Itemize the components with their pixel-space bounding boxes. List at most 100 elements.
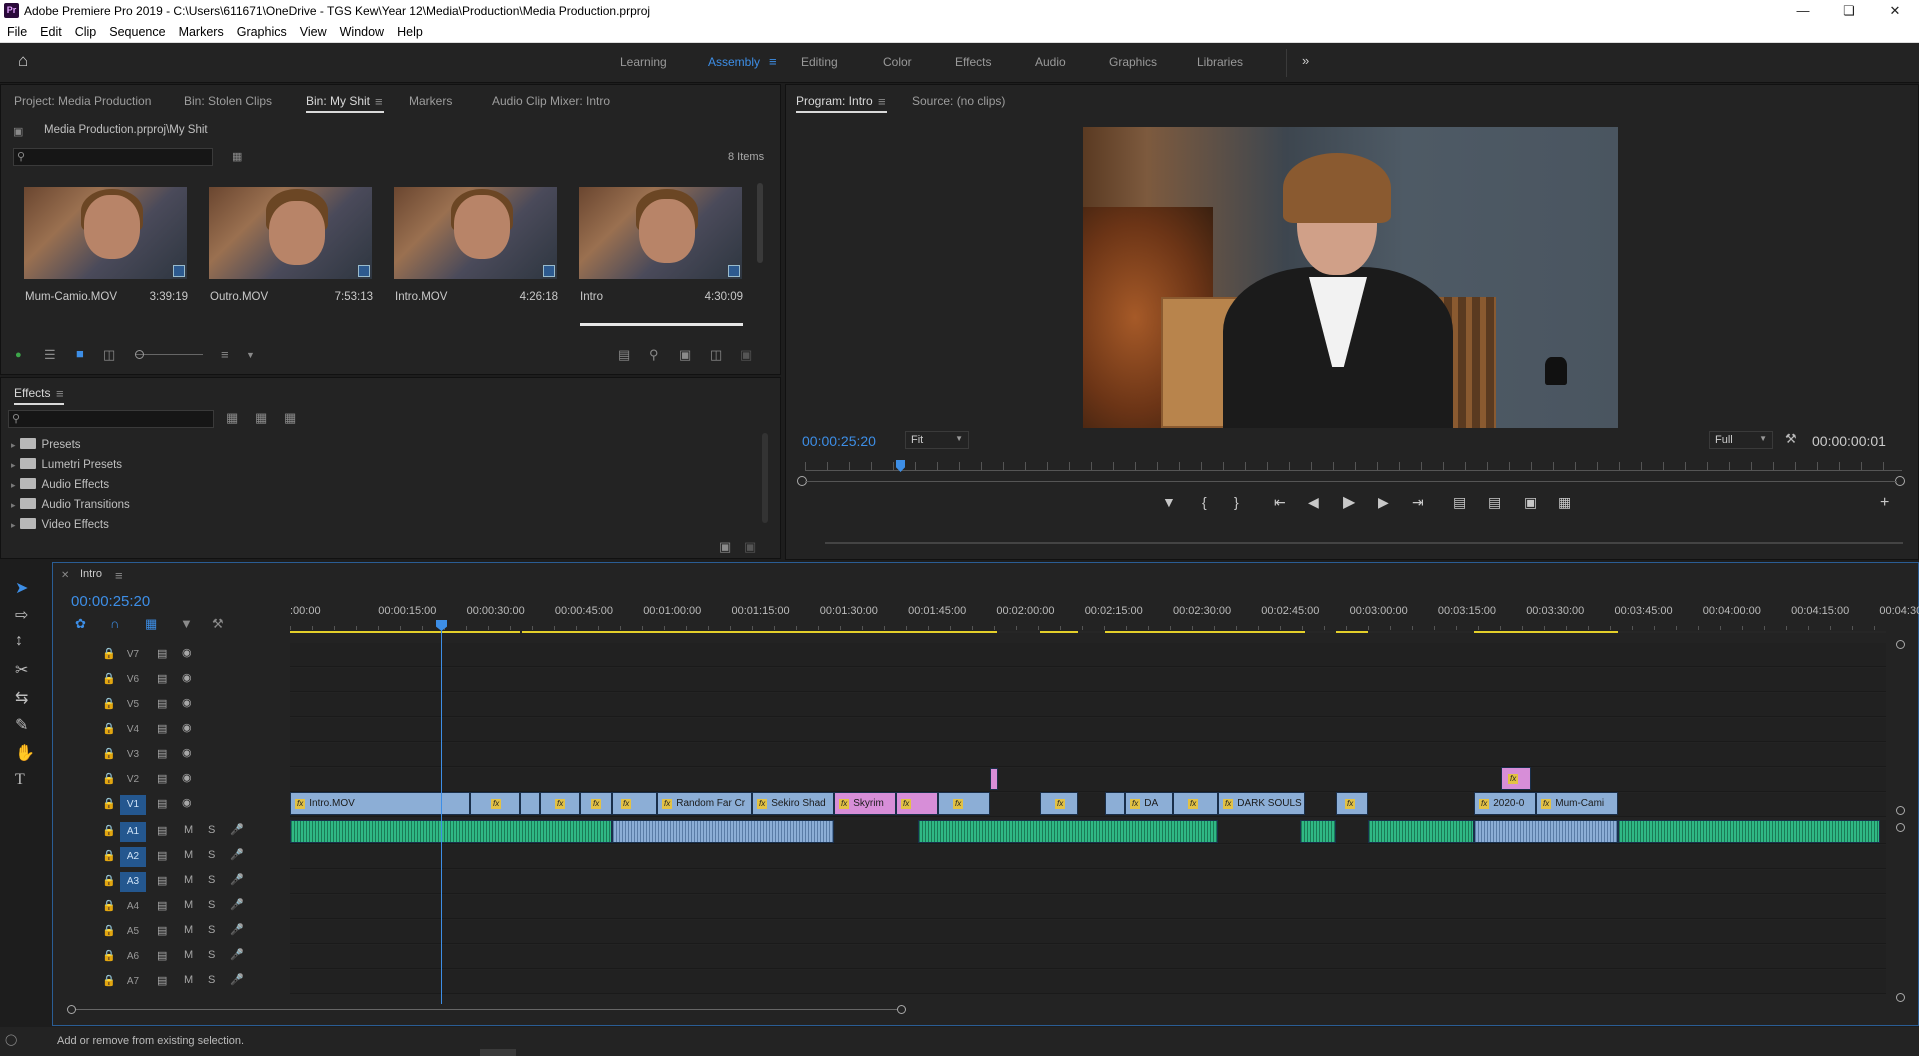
mark-in-icon[interactable]: { [1202,494,1207,510]
menu-help[interactable]: Help [390,22,429,39]
more-workspaces-icon[interactable]: » [1302,54,1309,68]
mute-toggle[interactable]: M [184,974,193,986]
timeline-clip[interactable]: fx [470,792,520,815]
zoom-bar[interactable] [805,481,1897,482]
eye-icon[interactable]: ◉ [182,696,192,709]
solo-toggle[interactable]: S [208,849,215,861]
audio-clip[interactable] [1618,820,1880,843]
lock-icon[interactable]: 🔒 [102,772,116,785]
scroll-handle[interactable] [1896,993,1905,1002]
new-search-bin-icon[interactable]: ▦ [232,150,242,164]
solo-toggle[interactable]: S [208,824,215,836]
workspace-libraries[interactable]: Libraries [1197,55,1243,69]
sync-lock-icon[interactable]: ▤ [157,924,167,937]
go-to-in-icon[interactable]: ⇤ [1274,494,1286,511]
eye-icon[interactable]: ◉ [182,721,192,734]
pen-tool-icon[interactable]: ✎ [15,715,28,735]
lock-icon[interactable]: 🔒 [102,672,116,685]
sync-lock-icon[interactable]: ▤ [157,849,167,862]
media-thumbnail[interactable] [24,187,187,279]
add-marker-icon[interactable]: ▼ [180,617,193,631]
solo-toggle[interactable]: S [208,924,215,936]
timeline-clip[interactable]: fx 2020-0 [1474,792,1536,815]
eye-icon[interactable]: ◉ [182,796,192,809]
eye-icon[interactable]: ◉ [182,746,192,759]
workspace-graphics[interactable]: Graphics [1109,55,1157,69]
mute-toggle[interactable]: M [184,924,193,936]
workspace-effects[interactable]: Effects [955,55,991,69]
sync-lock-icon[interactable]: ▤ [157,899,167,912]
track-target[interactable]: A4 [120,897,146,917]
lock-icon[interactable]: 🔒 [102,824,116,837]
scroll-handle[interactable] [1896,806,1905,815]
workspace-editing[interactable]: Editing [801,55,838,69]
track-lane[interactable] [290,970,1886,994]
timeline-clip[interactable]: fx [1040,792,1078,815]
lock-icon[interactable]: 🔒 [102,747,116,760]
32bit-effects-icon[interactable]: ▦ [255,411,267,425]
sort-icon[interactable]: ≡ [221,348,229,362]
program-timecode[interactable]: 00:00:25:20 [802,433,876,449]
menu-view[interactable]: View [293,22,333,39]
linked-selection-icon[interactable]: ▦ [145,617,157,631]
track-target[interactable]: V6 [120,670,146,690]
find-icon[interactable]: ⚲ [649,348,659,362]
timeline-clip[interactable]: fx [896,792,938,815]
solo-toggle[interactable]: S [208,974,215,986]
sync-lock-icon[interactable]: ▤ [157,672,167,685]
track-lane[interactable] [290,845,1886,869]
track-lane[interactable] [290,870,1886,894]
track-target[interactable]: A5 [120,922,146,942]
track-lane[interactable] [290,768,1886,792]
lock-icon[interactable]: 🔒 [102,849,116,862]
timeline-clip[interactable]: fx [1336,792,1368,815]
lock-icon[interactable]: 🔒 [102,924,116,937]
wrench-icon[interactable]: ⚒ [212,617,224,631]
tab-program[interactable]: Program: Intro [796,94,887,113]
timeline-clip[interactable]: fx [938,792,990,815]
ripple-edit-tool-icon[interactable]: ↕ [15,632,23,650]
folder-audio-transitions[interactable]: ▸ Audio Transitions [11,498,130,511]
sync-lock-icon[interactable]: ▤ [157,797,167,810]
fit-select[interactable]: Fit ▼ [905,431,969,449]
mute-toggle[interactable]: M [184,824,193,836]
extract-icon[interactable]: ▤ [1488,494,1501,511]
razor-tool-icon[interactable]: ✂ [15,660,28,680]
zoom-slider-handle[interactable] [135,350,144,359]
step-forward-icon[interactable]: ▶ [1378,494,1389,511]
track-lane[interactable] [290,920,1886,944]
audio-clip[interactable] [290,820,612,843]
track-target[interactable]: V5 [120,695,146,715]
selection-tool-icon[interactable]: ➤ [15,578,28,598]
chevron-down-icon[interactable]: ▼ [246,348,255,362]
timeline-clip[interactable] [1105,792,1125,815]
microphone-icon[interactable]: 🎤 [230,823,244,836]
track-lane[interactable] [290,718,1886,742]
timeline-clip[interactable]: fx [540,792,580,815]
sync-lock-icon[interactable]: ▤ [157,772,167,785]
media-thumbnail[interactable] [394,187,557,279]
tab-bin-stolen-clips[interactable]: Bin: Stolen Clips [184,94,272,108]
yuv-effects-icon[interactable]: ▦ [284,411,296,425]
panel-menu-icon[interactable]: ≡ [56,387,64,401]
track-select-tool-icon[interactable]: ⇨ [15,605,28,625]
sync-lock-icon[interactable]: ▤ [157,824,167,837]
new-item-icon[interactable]: ◫ [710,348,722,362]
sync-lock-icon[interactable]: ▤ [157,722,167,735]
track-target[interactable]: V7 [120,645,146,665]
new-bin-icon[interactable]: ▣ [679,348,691,362]
zoom-slider[interactable] [135,354,203,355]
home-icon[interactable]: ⌂ [18,52,28,69]
play-icon[interactable]: ▶ [1343,492,1355,512]
menu-markers[interactable]: Markers [172,22,230,39]
track-target[interactable]: A6 [120,947,146,967]
accelerated-effects-icon[interactable]: ▦ [226,411,238,425]
track-target[interactable]: V4 [120,720,146,740]
panel-menu-icon[interactable]: ≡ [375,95,383,109]
menu-graphics[interactable]: Graphics [230,22,293,39]
go-to-out-icon[interactable]: ⇥ [1412,494,1424,511]
menu-window[interactable]: Window [333,22,390,39]
timeline-clip[interactable]: fx [612,792,657,815]
track-lane[interactable] [290,743,1886,767]
playhead-line[interactable] [441,622,442,1004]
